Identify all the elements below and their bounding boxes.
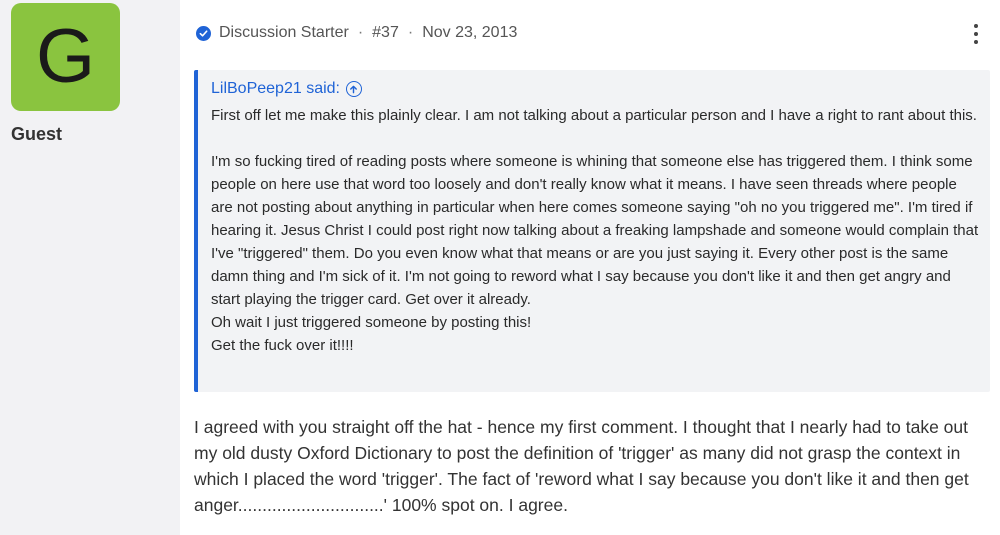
post-meta: Discussion Starter · #37 · Nov 23, 2013 (196, 23, 517, 43)
quote-block: LilBoPeep21 said: First off let me make … (194, 70, 990, 392)
post-date[interactable]: Nov 23, 2013 (422, 24, 517, 42)
post-number-link[interactable]: #37 (372, 24, 399, 42)
avatar[interactable]: G (11, 3, 120, 111)
author-sidebar: G Guest (0, 0, 180, 535)
username[interactable]: Guest (11, 124, 62, 145)
reply-text: I agreed with you straight off the hat -… (194, 417, 969, 515)
discussion-starter-label: Discussion Starter (219, 24, 349, 41)
quote-header[interactable]: LilBoPeep21 said: (211, 78, 980, 100)
arrow-up-circle-icon[interactable] (345, 81, 362, 97)
quote-text: First off let me make this plainly clear… (211, 107, 979, 354)
quote-author-link[interactable]: LilBoPeep21 said: (211, 80, 340, 98)
check-circle-icon (196, 25, 211, 41)
post: Discussion Starter · #37 · Nov 23, 2013 … (180, 0, 1000, 535)
more-vertical-icon[interactable] (972, 24, 980, 44)
